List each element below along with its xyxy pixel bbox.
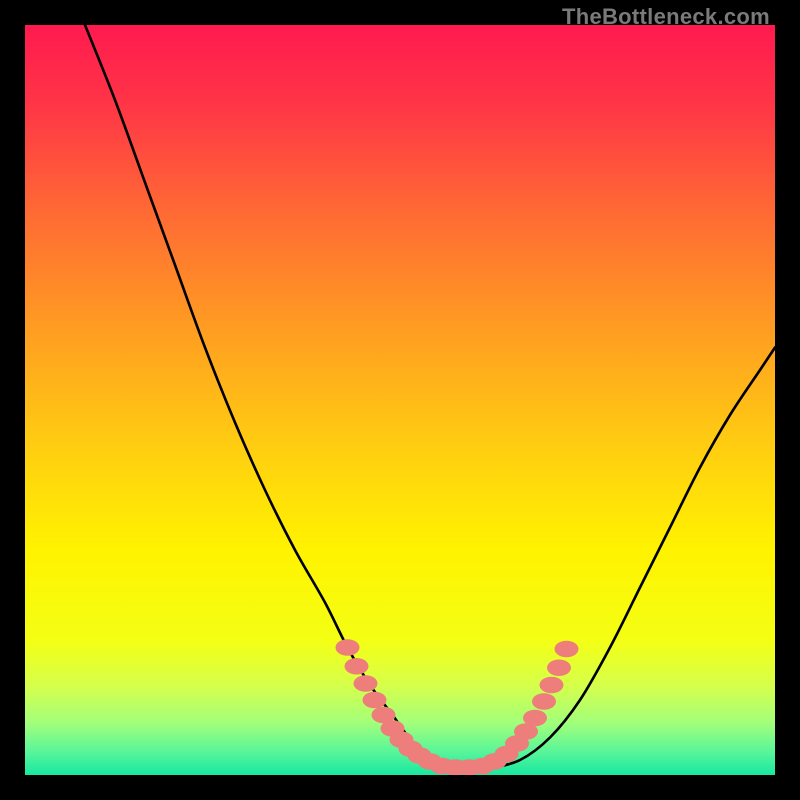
watermark-label: TheBottleneck.com (562, 4, 770, 30)
highlight-dot (523, 710, 547, 727)
highlight-dots (336, 639, 579, 775)
highlight-dot (354, 675, 378, 691)
highlight-dot (336, 639, 360, 656)
highlight-dot (345, 658, 369, 675)
highlight-dot (363, 692, 387, 709)
highlight-dot (555, 641, 579, 657)
plot-area (25, 25, 775, 775)
highlight-dot (532, 693, 556, 709)
curve-layer (25, 25, 775, 775)
highlight-dot (540, 677, 564, 694)
bottleneck-curve (85, 25, 775, 768)
highlight-dot (547, 660, 571, 676)
chart-frame: TheBottleneck.com (0, 0, 800, 800)
